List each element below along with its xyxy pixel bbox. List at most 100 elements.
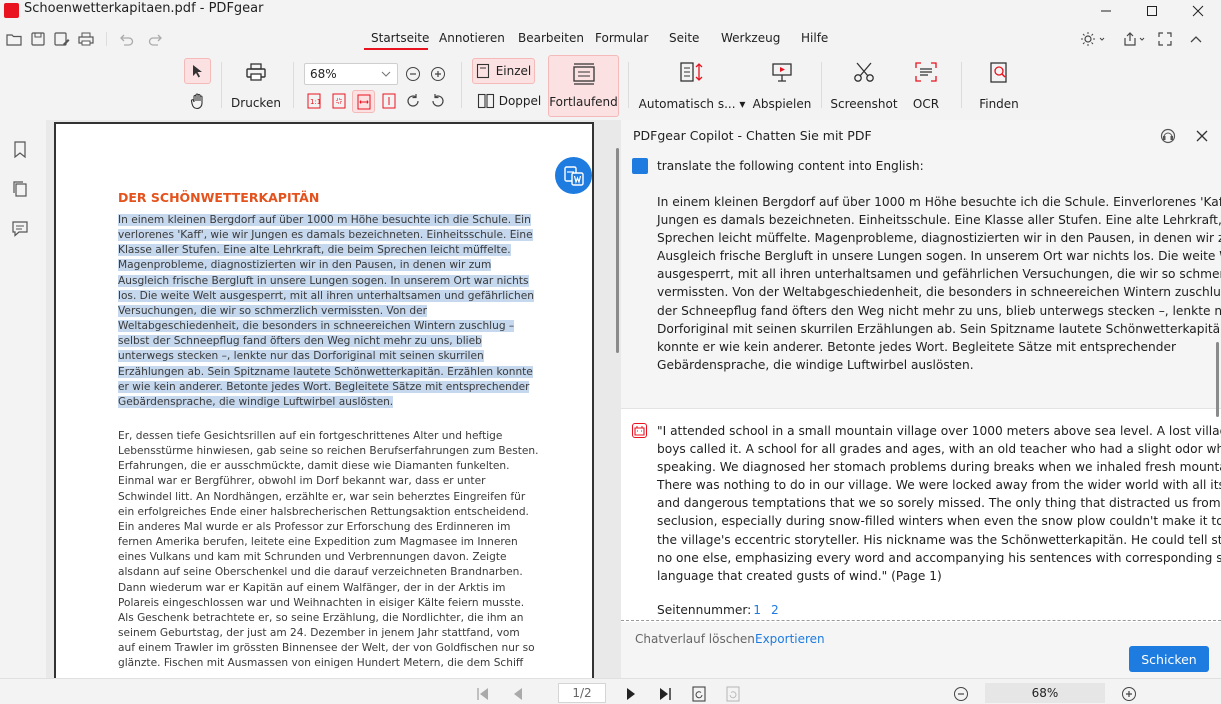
actual-size-button[interactable]: 1:1 [304, 91, 324, 111]
copilot-response-line: no one else, emphasizing every word and … [657, 550, 1221, 565]
menu-werkzeug[interactable]: Werkzeug [721, 31, 780, 45]
zoom-in-button[interactable] [429, 65, 447, 83]
print-button[interactable]: Drucken [228, 60, 284, 112]
user-message: translate the following content into Eng… [621, 152, 1221, 408]
double-page-button[interactable]: Doppel [475, 90, 543, 112]
last-page-icon [660, 688, 671, 700]
quick-print-button[interactable] [76, 30, 96, 48]
copilot-response-line: and dangerous temptations that we so sor… [657, 496, 1221, 511]
copilot-support-button[interactable] [1159, 127, 1177, 145]
next-view-button[interactable] [723, 684, 743, 704]
auto-scroll-button[interactable]: Automatisch s... ▾ [639, 60, 745, 112]
hand-tool-button[interactable] [186, 90, 210, 112]
close-copilot-button[interactable] [1193, 127, 1211, 145]
translate-button[interactable] [555, 157, 592, 194]
share-button[interactable] [1122, 30, 1148, 48]
menu-hilfe[interactable]: Hilfe [801, 31, 828, 45]
play-button[interactable]: Abspielen [752, 60, 812, 112]
zoom-out-button[interactable] [404, 65, 422, 83]
menu-seite[interactable]: Seite [669, 31, 699, 45]
bookmarks-button[interactable] [10, 140, 30, 160]
previous-page-button[interactable] [508, 684, 528, 704]
plus-circle-icon [1122, 687, 1136, 701]
close-icon [1196, 130, 1208, 142]
menu-formular[interactable]: Formular [595, 31, 648, 45]
divider [621, 620, 1221, 621]
document-viewer[interactable]: DER SCHÖNWETTERKAPITÄN In einem kleinen … [46, 120, 621, 678]
document-line-highlight: er wie kein anderer. Betonte jedes Wort.… [118, 380, 530, 393]
collapse-ribbon-button[interactable] [1186, 30, 1206, 48]
undo-button[interactable] [116, 30, 136, 48]
hand-icon [190, 92, 203, 109]
page-link-2[interactable]: 2 [771, 603, 779, 617]
page-link-1[interactable]: 1 [753, 603, 761, 617]
first-page-button[interactable] [473, 684, 493, 704]
page-references-label: Seitennummer: [657, 603, 752, 617]
rotate-left-button[interactable] [428, 91, 448, 111]
user-message-line: In einem kleinen Bergdorf auf über 1000 … [657, 195, 1221, 209]
fullscreen-button[interactable] [1155, 30, 1175, 48]
chevron-down-icon [381, 71, 391, 77]
maximize-button[interactable] [1129, 0, 1175, 22]
copilot-scrollbar[interactable] [1216, 342, 1219, 417]
document-scrollbar[interactable] [616, 148, 619, 353]
export-button[interactable]: Exportieren [755, 632, 825, 646]
find-button[interactable]: Finden [974, 60, 1024, 112]
copilot-response-line: seclusion, especially during snow-filled… [657, 514, 1221, 529]
select-tool-button[interactable] [184, 58, 211, 84]
redo-button[interactable] [146, 30, 166, 48]
single-page-button[interactable]: Einzel [472, 58, 535, 84]
document-line: eines Vulkans und kam mit Schrunden und … [118, 551, 507, 564]
document-line-highlight: Erzählungen ab. Sein Spitzname lautete S… [118, 365, 533, 378]
divider [621, 408, 1221, 409]
menu-startseite[interactable]: Startseite [371, 31, 429, 45]
divider [221, 62, 222, 108]
theme-button[interactable] [1080, 30, 1106, 48]
continuous-button[interactable]: Fortlaufend [548, 55, 619, 117]
page-number-input[interactable]: 1/2 [558, 683, 606, 703]
document-line: Dann wiederum war er Kapitän auf einem W… [118, 581, 506, 594]
save-as-button[interactable] [52, 30, 72, 48]
plus-circle-icon [431, 67, 445, 81]
screenshot-button[interactable]: Screenshot [830, 60, 898, 112]
rotate-right-button[interactable] [403, 91, 423, 111]
send-button[interactable]: Schicken [1129, 646, 1209, 672]
menu-annotieren[interactable]: Annotieren [439, 31, 505, 45]
user-message-line: Sprechen leicht müffelte. Magenprobleme,… [657, 231, 1221, 246]
open-folder-button[interactable] [4, 30, 24, 48]
divider [106, 32, 107, 46]
minimize-button[interactable] [1083, 0, 1129, 22]
zoom-select[interactable]: 68% [304, 63, 398, 85]
document-line-highlight: verlorenes 'Kaff', wie wir Jungen es dam… [118, 229, 533, 242]
next-icon [627, 688, 635, 700]
title-bar: Schoenwetterkapitaen.pdf - PDFgear [0, 0, 1221, 22]
close-window-button[interactable] [1175, 0, 1221, 22]
fit-height-button[interactable] [379, 91, 399, 111]
thumbnails-button[interactable] [10, 179, 30, 199]
last-page-button[interactable] [655, 684, 675, 704]
status-zoom-in-button[interactable] [1120, 685, 1138, 703]
next-page-button[interactable] [621, 684, 641, 704]
fit-width-button[interactable] [352, 90, 375, 113]
comments-button[interactable] [10, 219, 30, 239]
document-line-highlight: Magenprobleme, diagnostizierten wir in d… [118, 259, 492, 272]
document-line: Lebensstürme hinwiesen, gab seine so rei… [118, 445, 539, 458]
cursor-icon [192, 65, 202, 78]
document-paragraph-selected[interactable]: In einem kleinen Bergdorf auf über 1000 … [118, 213, 534, 410]
document-line: Weltabgeschiedenheit, die besonders in s… [118, 319, 530, 334]
user-message-body: In einem kleinen Bergdorf auf über 1000 … [657, 193, 1221, 374]
previous-view-button[interactable] [689, 684, 709, 704]
copilot-panel: PDFgear Copilot - Chatten Sie mit PDF tr… [621, 120, 1221, 678]
document-paragraph: Er, dessen tiefe Gesichtsrillen auf ein … [118, 429, 539, 672]
fit-page-button[interactable] [329, 91, 349, 111]
document-line: Er, dessen tiefe Gesichtsrillen auf ein … [118, 430, 503, 442]
menu-bearbeiten[interactable]: Bearbeiten [518, 31, 584, 45]
save-button[interactable] [28, 30, 48, 48]
clear-history-button[interactable]: Chatverlauf löschen [635, 632, 755, 646]
ocr-button[interactable]: OCR [904, 60, 948, 112]
status-zoom-out-button[interactable] [952, 685, 970, 703]
zoom-value: 68% [310, 67, 337, 81]
fit-width-icon [357, 94, 370, 109]
pages-icon [13, 181, 27, 197]
zoom-level[interactable]: 68% [985, 683, 1105, 703]
